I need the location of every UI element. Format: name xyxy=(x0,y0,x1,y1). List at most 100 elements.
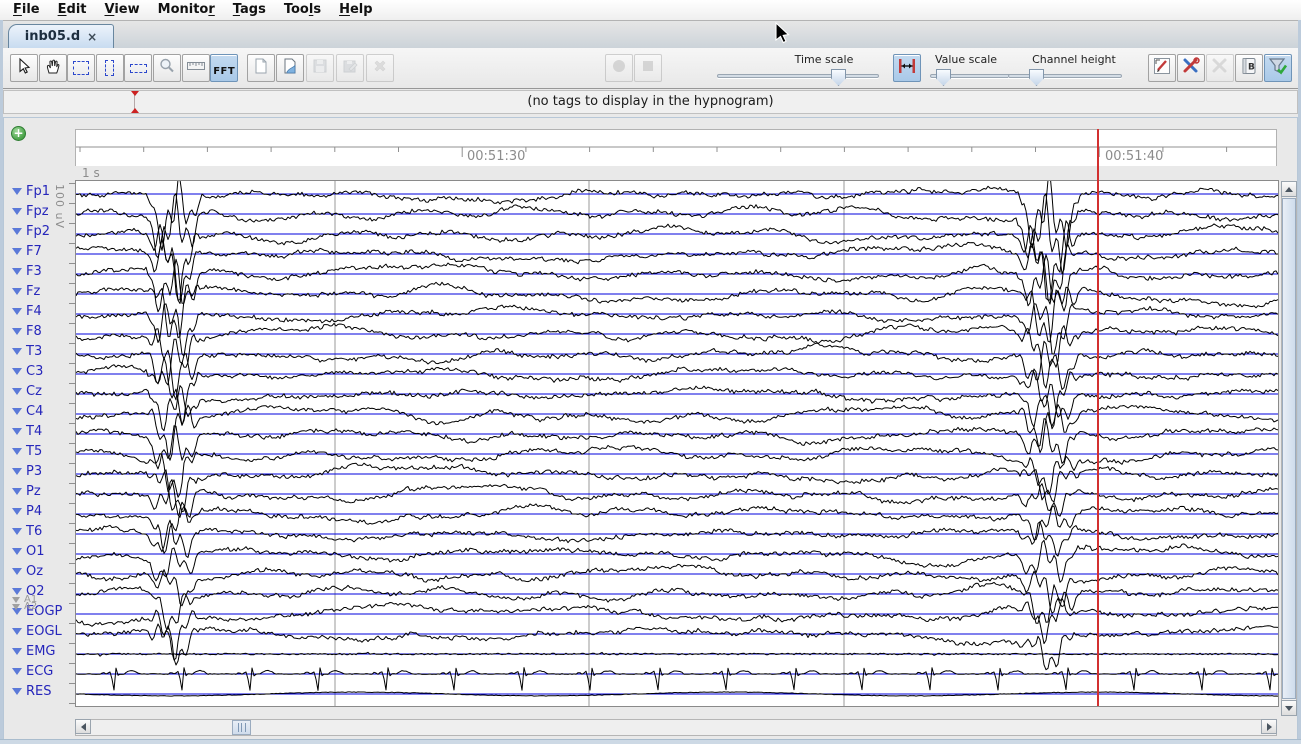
channel-height-slider[interactable] xyxy=(1008,74,1122,78)
channel-label-fpz[interactable]: Fpz xyxy=(12,204,49,219)
stop-button xyxy=(634,54,662,82)
channel-height-label: Channel height xyxy=(1030,53,1118,66)
menu-view[interactable]: View xyxy=(96,1,149,19)
measure-tool-button[interactable] xyxy=(182,54,210,82)
tab-close-icon[interactable]: × xyxy=(87,31,97,43)
rect-select-icon xyxy=(73,61,89,75)
channel-label-c3[interactable]: C3 xyxy=(12,364,43,379)
channel-label-pz[interactable]: Pz xyxy=(12,484,41,499)
montage-tools-button xyxy=(1206,54,1234,82)
select-channel-button[interactable] xyxy=(124,54,152,82)
time-scale-slider-thumb[interactable] xyxy=(831,69,846,86)
document-tab[interactable]: inb05.d × xyxy=(8,24,114,48)
channel-name: A2 xyxy=(24,601,37,612)
horizontal-scrollbar-thumb[interactable] xyxy=(232,720,251,735)
channel-label-o1[interactable]: O1 xyxy=(12,544,45,559)
channel-label-t6[interactable]: T6 xyxy=(12,524,42,539)
channel-height-slider-thumb[interactable] xyxy=(1029,69,1044,86)
channel-name: Fpz xyxy=(26,204,49,219)
channel-label-f7[interactable]: F7 xyxy=(12,244,42,259)
channel-label-res[interactable]: RES xyxy=(12,684,52,699)
channel-dropdown-icon xyxy=(12,508,22,515)
time-scale-indicator: 1 s xyxy=(82,166,100,180)
select-block-button[interactable] xyxy=(96,54,124,82)
channel-label-t3[interactable]: T3 xyxy=(12,344,42,359)
channel-label-fz[interactable]: Fz xyxy=(12,284,40,299)
amplitude-scale-label: 100 uV xyxy=(53,184,66,229)
value-scale-slider-thumb[interactable] xyxy=(936,69,951,86)
menu-file[interactable]: File xyxy=(4,1,49,19)
apply-montage-button[interactable]: B xyxy=(1235,54,1263,82)
scroll-down-button[interactable] xyxy=(1281,700,1297,716)
pan-tool-button[interactable] xyxy=(39,54,67,82)
menu-tags[interactable]: Tags xyxy=(224,1,275,19)
channel-dropdown-icon xyxy=(12,428,22,435)
channel-label-fp2[interactable]: Fp2 xyxy=(12,224,50,239)
channel-name: P4 xyxy=(26,504,42,519)
signal-parameters-button[interactable] xyxy=(1177,54,1205,82)
channel-label-f4[interactable]: F4 xyxy=(12,304,42,319)
fit-time-scale-button[interactable] xyxy=(893,54,921,82)
new-page-icon xyxy=(252,57,270,79)
current-position-cursor[interactable] xyxy=(1097,129,1099,706)
channel-dropdown-icon xyxy=(12,268,22,275)
channel-dropdown-icon xyxy=(12,288,22,295)
filter-check-icon xyxy=(1267,56,1289,80)
cursor-icon xyxy=(15,57,33,79)
channel-label-a2[interactable]: A2 xyxy=(12,601,37,612)
window-border-left xyxy=(0,20,3,744)
channel-label-ecg[interactable]: ECG xyxy=(12,664,53,679)
vertical-scrollbar-thumb[interactable] xyxy=(1282,198,1296,699)
channel-label-cz[interactable]: Cz xyxy=(12,384,42,399)
menu-help[interactable]: Help xyxy=(330,1,381,19)
channel-label-p3[interactable]: P3 xyxy=(12,464,42,479)
edit-montage-button[interactable] xyxy=(1148,54,1176,82)
select-tool-button[interactable] xyxy=(10,54,38,82)
channel-label-t4[interactable]: T4 xyxy=(12,424,42,439)
channel-label-t5[interactable]: T5 xyxy=(12,444,42,459)
channel-label-emg[interactable]: EMG xyxy=(12,644,56,659)
stop-icon xyxy=(639,57,657,79)
channel-name: EOGL xyxy=(26,624,62,639)
open-tag-button[interactable] xyxy=(276,54,304,82)
scroll-left-button[interactable] xyxy=(75,719,91,734)
channel-dropdown-icon xyxy=(12,228,22,235)
channel-name: T4 xyxy=(26,424,42,439)
channel-dropdown-icon xyxy=(12,604,20,610)
menubar: FileEditViewMonitorTagsToolsHelp xyxy=(0,0,1301,21)
scroll-right-button[interactable] xyxy=(1261,719,1277,734)
channel-label-eogl[interactable]: EOGL xyxy=(12,624,62,639)
channel-label-c4[interactable]: C4 xyxy=(12,404,43,419)
edit-pencil-icon xyxy=(1152,56,1172,80)
add-tag-button[interactable]: + xyxy=(11,126,26,141)
arrow-right-icon xyxy=(1267,723,1272,731)
menu-monitor[interactable]: Monitor xyxy=(149,1,224,19)
channel-dropdown-icon xyxy=(12,308,22,315)
channel-label-p4[interactable]: P4 xyxy=(12,504,42,519)
channel-dropdown-icon xyxy=(12,568,22,575)
channel-label-f8[interactable]: F8 xyxy=(12,324,42,339)
channel-label-fp1[interactable]: Fp1 xyxy=(12,184,50,199)
vertical-scrollbar[interactable] xyxy=(1281,181,1297,716)
channel-name: T6 xyxy=(26,524,42,539)
fft-tool-button[interactable]: FFT xyxy=(210,54,238,82)
channel-dropdown-icon xyxy=(12,448,22,455)
new-tag-button[interactable] xyxy=(247,54,275,82)
filtering-toggle-button[interactable] xyxy=(1264,54,1292,82)
menu-tools[interactable]: Tools xyxy=(275,1,330,19)
scroll-up-button[interactable] xyxy=(1281,181,1297,197)
channel-name: EMG xyxy=(26,644,56,659)
zoom-tool-button[interactable] xyxy=(153,54,181,82)
channel-dropdown-icon xyxy=(12,328,22,335)
hypnogram-strip[interactable]: (no tags to display in the hypnogram) xyxy=(3,90,1298,114)
channel-dropdown-icon xyxy=(12,648,22,655)
time-scale-slider[interactable] xyxy=(717,74,879,78)
timeline-ticks xyxy=(76,130,1276,165)
horizontal-scrollbar[interactable] xyxy=(75,719,1277,736)
channel-label-f3[interactable]: F3 xyxy=(12,264,42,279)
svg-text:B: B xyxy=(1248,63,1255,73)
menu-edit[interactable]: Edit xyxy=(49,1,96,19)
row-select-icon xyxy=(130,64,147,73)
select-page-button[interactable] xyxy=(67,54,95,82)
channel-label-oz[interactable]: Oz xyxy=(12,564,43,579)
